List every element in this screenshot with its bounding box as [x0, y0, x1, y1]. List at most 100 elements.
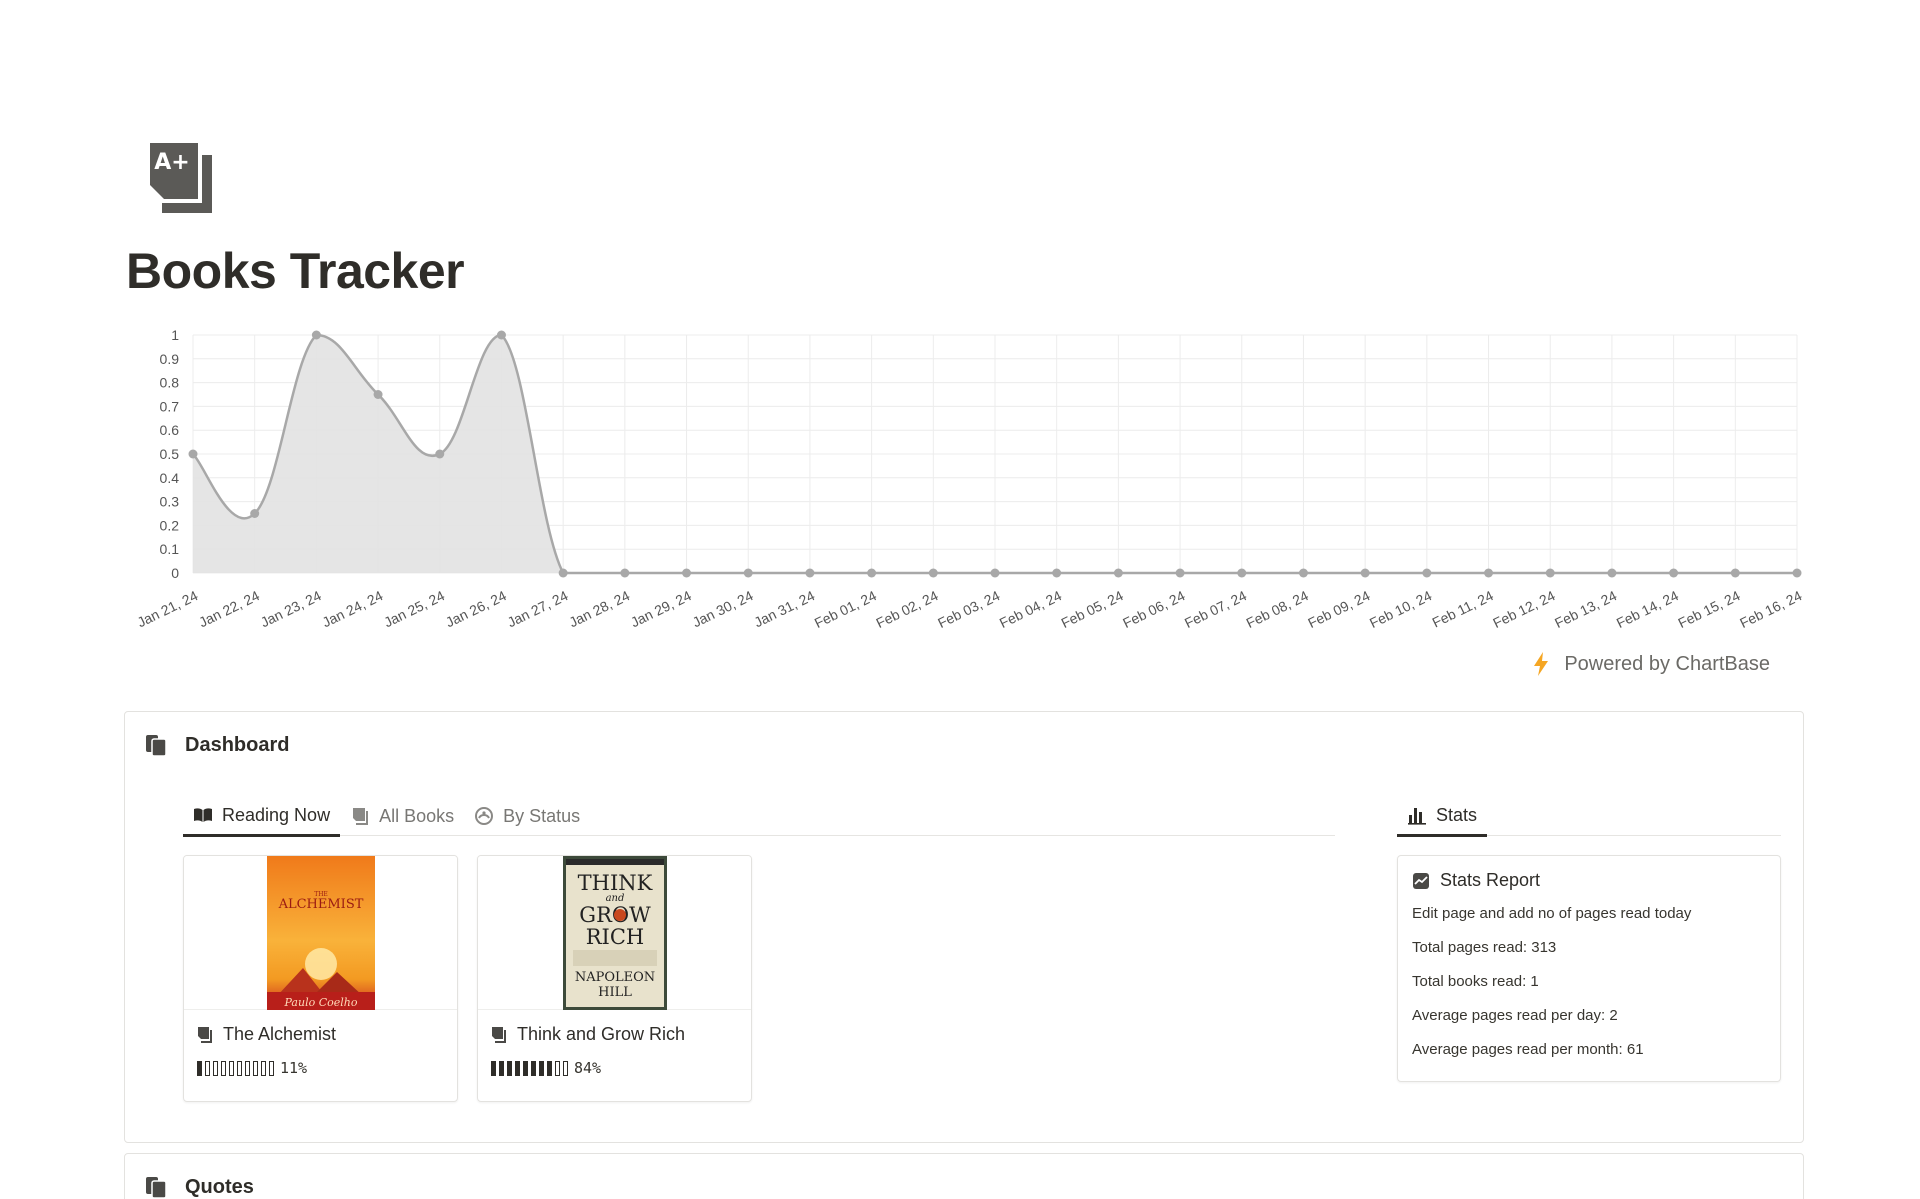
- chart-trend-icon: [1413, 872, 1429, 889]
- stats-line: Total books read: 1: [1412, 973, 1539, 990]
- powered-by-link[interactable]: Powered by ChartBase: [1532, 652, 1770, 676]
- alchemist-cover-image: ALCHEMIST THE Paulo Coelho: [266, 856, 375, 1010]
- book-title: Think and Grow Rich: [491, 1024, 738, 1045]
- progress-segment: [221, 1060, 226, 1076]
- progress-segment: [197, 1060, 202, 1076]
- dashboard-section: Dashboard Reading Now All Books By Statu…: [124, 711, 1804, 1143]
- x-tick-label: Jan 23, 24: [258, 587, 324, 630]
- svg-text:THINK: THINK: [577, 871, 652, 895]
- tab-by-status[interactable]: By Status: [464, 796, 590, 836]
- x-tick-label: Jan 21, 24: [135, 587, 201, 630]
- progress-bar: [197, 1060, 274, 1076]
- book-cover: ALCHEMIST THE Paulo Coelho: [184, 856, 457, 1010]
- progress-segment: [547, 1060, 552, 1076]
- dashboard-view-tabs: Reading Now All Books By Status: [183, 796, 1335, 837]
- y-tick-label: 0.3: [160, 494, 180, 510]
- progress-segment: [539, 1060, 544, 1076]
- books-stack-icon: [146, 735, 167, 757]
- progress-segment: [515, 1060, 520, 1076]
- progress-segment: [531, 1060, 536, 1076]
- book-card[interactable]: ALCHEMIST THE Paulo Coelho The Alchemist…: [183, 855, 458, 1102]
- y-tick-label: 0.7: [160, 398, 180, 414]
- quotes-section: Quotes: [124, 1153, 1804, 1199]
- data-point: [1175, 568, 1185, 578]
- svg-text:A+: A+: [154, 150, 189, 175]
- dashboard-title: Dashboard: [185, 733, 290, 756]
- book-title-text: The Alchemist: [223, 1024, 337, 1044]
- x-tick-label: Jan 25, 24: [381, 587, 447, 630]
- books-stack-icon: [146, 1177, 167, 1199]
- y-tick-label: 0.6: [160, 422, 180, 438]
- x-tick-label: Feb 10, 24: [1367, 587, 1434, 631]
- data-point: [1422, 568, 1432, 578]
- progress-segment: [205, 1060, 210, 1076]
- progress-percent: 84%: [574, 1059, 602, 1077]
- tab-all-books[interactable]: All Books: [340, 796, 464, 836]
- data-point: [1730, 568, 1740, 578]
- book-card[interactable]: THINK and GROW RICH NAPOLEON HILL Think …: [477, 855, 752, 1102]
- x-tick-label: Feb 06, 24: [1120, 587, 1187, 631]
- stats-line: Edit page and add no of pages read today: [1412, 905, 1692, 922]
- x-tick-label: Jan 29, 24: [628, 587, 694, 630]
- x-tick-label: Feb 03, 24: [935, 587, 1002, 631]
- x-tick-label: Feb 01, 24: [812, 587, 879, 631]
- tab-reading-now[interactable]: Reading Now: [183, 796, 341, 837]
- x-tick-label: Feb 12, 24: [1490, 587, 1557, 631]
- tab-label: By Status: [503, 805, 581, 826]
- x-tick-label: Feb 11, 24: [1430, 587, 1496, 630]
- data-point: [1669, 568, 1679, 578]
- data-point: [620, 568, 630, 578]
- book-icon: [353, 808, 369, 825]
- book-title-text: Think and Grow Rich: [517, 1024, 686, 1044]
- svg-text:THE: THE: [314, 891, 328, 898]
- y-tick-label: 0.4: [160, 470, 180, 486]
- y-tick-label: 1: [171, 327, 179, 343]
- quotes-title: Quotes: [185, 1175, 254, 1198]
- tab-label: Stats: [1436, 804, 1478, 825]
- stats-line: Average pages read per day: 2: [1412, 1007, 1618, 1024]
- progress-bar: [491, 1060, 568, 1076]
- stats-report-card[interactable]: Stats Report Edit page and add no of pag…: [1397, 855, 1781, 1082]
- book-a-plus-icon: A+: [150, 143, 212, 213]
- y-tick-label: 0: [171, 565, 179, 581]
- data-point: [682, 568, 692, 578]
- page-title: Books Tracker: [126, 243, 465, 299]
- stats-line: Total pages read: 313: [1412, 939, 1557, 956]
- x-tick-label: Feb 16, 24: [1737, 587, 1804, 631]
- x-tick-label: Feb 14, 24: [1614, 587, 1681, 631]
- data-point: [1607, 568, 1617, 578]
- x-tick-label: Jan 31, 24: [751, 587, 817, 630]
- bar-chart-icon: [1408, 808, 1426, 825]
- data-point: [373, 390, 383, 399]
- reading-progress: 84%: [491, 1059, 738, 1077]
- progress-segment: [253, 1060, 258, 1076]
- data-point: [250, 509, 260, 518]
- book-icon: [492, 1026, 506, 1043]
- reading-progress: 11%: [197, 1059, 444, 1077]
- tab-label: All Books: [379, 805, 455, 826]
- progress-segment: [499, 1060, 504, 1076]
- quotes-header: Quotes: [143, 1174, 254, 1199]
- data-point: [1052, 568, 1062, 578]
- x-tick-label: Jan 24, 24: [320, 587, 386, 630]
- y-tick-label: 0.5: [160, 446, 180, 462]
- chart: 0 0.1 0.2 0.3 0.4 0.5 0.6 0.7 0.8 0.9 1 Jan 21, 24 J…: [120, 320, 1810, 640]
- data-point: [1298, 568, 1308, 578]
- dashboard-header: Dashboard: [143, 732, 289, 758]
- data-point: [1237, 568, 1247, 578]
- x-tick-label: Jan 27, 24: [505, 587, 571, 630]
- data-point: [435, 449, 445, 459]
- x-tick-label: Feb 09, 24: [1305, 587, 1372, 631]
- book-cover: THINK and GROW RICH NAPOLEON HILL: [478, 856, 751, 1010]
- status-circle-icon: [475, 807, 494, 825]
- progress-segment: [269, 1060, 274, 1076]
- progress-segment: [229, 1060, 234, 1076]
- x-tick-label: Feb 02, 24: [873, 587, 940, 631]
- stats-line: Average pages read per month: 61: [1412, 1041, 1644, 1058]
- x-tick-label: Jan 30, 24: [690, 587, 756, 630]
- data-point: [1484, 568, 1494, 578]
- tab-label: Reading Now: [222, 804, 331, 825]
- svg-text:ALCHEMIST: ALCHEMIST: [277, 897, 363, 912]
- tab-stats[interactable]: Stats: [1397, 796, 1488, 837]
- y-tick-label: 0.2: [160, 517, 180, 533]
